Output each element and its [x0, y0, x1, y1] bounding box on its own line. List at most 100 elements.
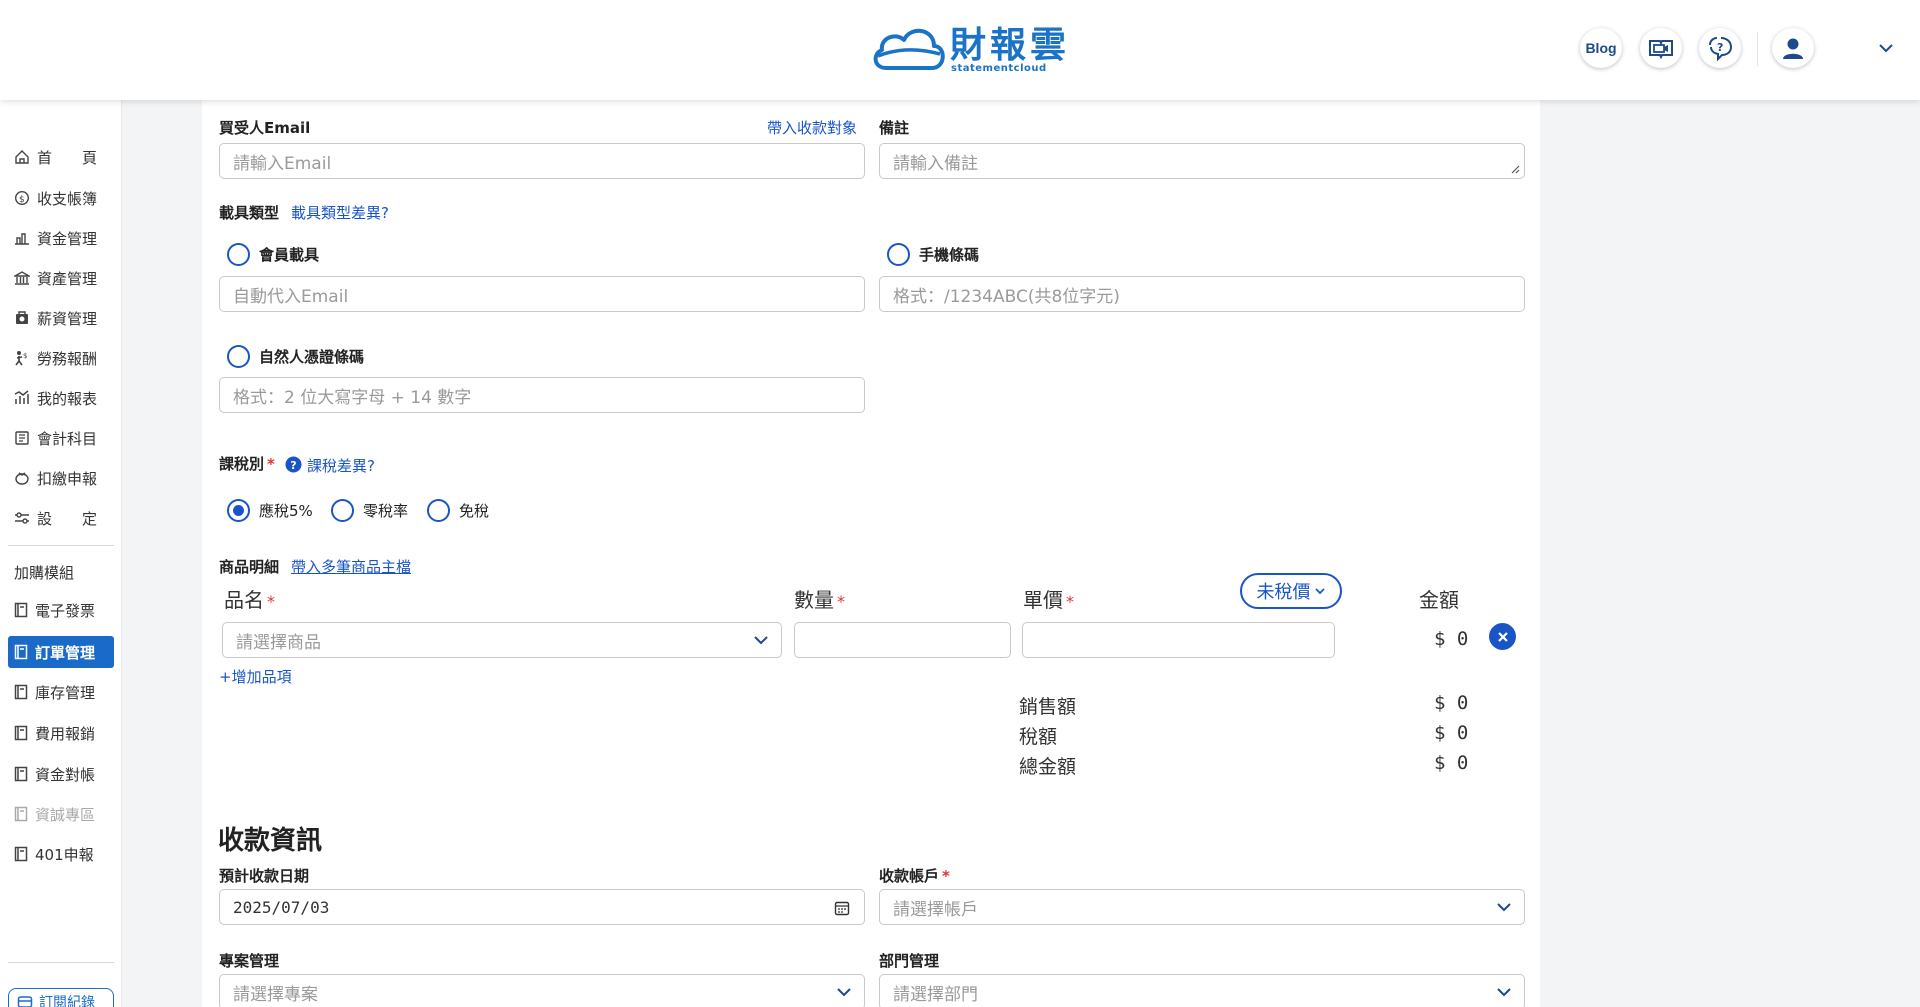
account-select[interactable]: 請選擇帳戶 — [879, 889, 1525, 925]
blog-button[interactable]: Blog — [1580, 28, 1622, 68]
tax-option-label: 應稅5% — [259, 502, 313, 520]
user-avatar-icon — [1783, 38, 1803, 59]
sidebar-item-funds[interactable]: 資金管理 — [8, 222, 114, 254]
carrier-member-radio[interactable]: 會員載具 — [227, 243, 319, 266]
remove-item-button[interactable] — [1489, 623, 1516, 650]
carrier-citizen-placeholder: 格式：2 位大寫字母 + 14 數字 — [233, 387, 472, 408]
video-book-icon — [1649, 40, 1673, 59]
tax-type-label: 課稅別 * — [219, 453, 275, 474]
product-select[interactable]: 請選擇商品 — [222, 622, 782, 658]
carrier-member-input[interactable]: 自動代入Email — [219, 276, 865, 312]
tutorial-video-button[interactable] — [1640, 28, 1682, 68]
summary-sales-value: $ 0 — [1434, 692, 1469, 714]
sidebar-item-label: 設 定 — [37, 509, 98, 528]
project-select[interactable]: 請選擇專案 — [219, 974, 865, 1007]
sidebar-item-label: 訂單管理 — [35, 643, 96, 662]
row-amount: $ 0 — [1434, 628, 1469, 650]
sidebar-item-label: 我的報表 — [37, 389, 98, 408]
module-book-icon — [14, 846, 28, 862]
sidebar-item-orders[interactable]: 訂單管理 — [8, 636, 114, 668]
sidebar-item-withholding[interactable]: 扣繳申報 — [8, 462, 114, 494]
add-item-link[interactable]: +增加品項 — [219, 666, 292, 687]
carrier-mobile-radio[interactable]: 手機條碼 — [887, 243, 979, 266]
sidebar-item-salary[interactable]: 薪資管理 — [8, 302, 114, 334]
summary-tax-value: $ 0 — [1434, 722, 1469, 744]
unit-price-input[interactable] — [1022, 622, 1335, 658]
carrier-member-placeholder: 自動代入Email — [233, 286, 349, 307]
department-select[interactable]: 請選擇部門 — [879, 974, 1525, 1007]
expected-date-label: 預計收款日期 — [219, 867, 310, 885]
sidebar-item-home[interactable]: 首 頁 — [8, 141, 114, 173]
sidebar-item-label: 資產管理 — [37, 269, 98, 288]
items-label: 商品明細 — [219, 558, 280, 576]
resize-grip-icon[interactable] — [1510, 164, 1520, 174]
expected-date-value: 2025/07/03 — [233, 897, 330, 917]
expected-date-input[interactable]: 2025/07/03 — [219, 889, 865, 925]
svg-text:$: $ — [19, 195, 25, 205]
help-button[interactable]: ? — [1699, 28, 1741, 68]
sidebar-item-label: 薪資管理 — [37, 309, 98, 328]
sidebar-item-pwc-zone[interactable]: 資誠專區 — [8, 798, 114, 830]
sidebar-item-label: 勞務報酬 — [37, 349, 98, 368]
sidebar-item-reports[interactable]: 我的報表 — [8, 382, 114, 414]
account-label: 收款帳戶 * — [879, 867, 950, 885]
sidebar-item-labor[interactable]: $ 勞務報酬 — [8, 342, 114, 374]
price-mode-label: 未稅價 — [1256, 582, 1311, 603]
tax-option-label: 免稅 — [459, 502, 490, 520]
carrier-citizen-radio[interactable]: 自然人憑證條碼 — [227, 345, 364, 368]
price-mode-toggle[interactable]: 未稅價 — [1240, 573, 1342, 609]
department-placeholder: 請選擇部門 — [893, 984, 978, 1005]
carrier-mobile-input[interactable]: 格式：/1234ABC(共8位字元) — [879, 276, 1525, 312]
money-circle-icon: $ — [14, 190, 30, 206]
sidebar-item-inventory[interactable]: 庫存管理 — [8, 676, 114, 708]
tax-option-exempt[interactable]: 免稅 — [427, 499, 489, 522]
module-book-icon — [14, 602, 28, 618]
tax-option-taxable[interactable]: 應稅5% — [227, 499, 313, 522]
bring-payee-link[interactable]: 帶入收款對象 — [767, 117, 857, 138]
app-logo[interactable]: 財報雲 statementcloud — [868, 22, 1070, 78]
buyer-email-input[interactable]: 請輸入Email — [219, 143, 865, 179]
user-menu-toggle[interactable] — [1878, 40, 1894, 58]
labor-icon: $ — [15, 351, 27, 366]
help-circle-icon[interactable]: ? — [285, 456, 302, 473]
account-placeholder: 請選擇帳戶 — [893, 899, 978, 920]
sidebar-item-label: 首 頁 — [37, 148, 98, 167]
tax-option-label: 零稅率 — [363, 502, 409, 520]
sidebar-item-ledger[interactable]: $ 收支帳簿 — [8, 182, 114, 214]
top-header: 財報雲 statementcloud Blog ? — [0, 0, 1920, 100]
note-textarea[interactable]: 請輸入備註 — [879, 143, 1525, 179]
sidebar-item-accounts[interactable]: 會計科目 — [8, 422, 114, 454]
chevron-down-icon — [754, 636, 768, 645]
sidebar: 首 頁 $ 收支帳簿 資金管理 資產管理 薪資管理 $ 勞務報酬 我的報表 會計… — [0, 100, 122, 1007]
sidebar-item-label: 資金管理 — [37, 229, 98, 248]
sidebar-item-assets[interactable]: 資產管理 — [8, 262, 114, 294]
col-header-qty: 數量 * — [794, 588, 845, 612]
logo-subtitle: statementcloud — [951, 62, 1047, 74]
tax-option-zero-rate[interactable]: 零稅率 — [331, 499, 408, 522]
sidebar-divider — [8, 545, 114, 546]
summary-tax-label: 稅額 — [1019, 726, 1058, 748]
sidebar-item-reconciliation[interactable]: 資金對帳 — [8, 758, 114, 790]
subscription-history-button[interactable]: 訂閱紀錄 — [8, 988, 114, 1007]
tax-diff-link[interactable]: 課稅差異? — [307, 455, 375, 476]
sidebar-item-expenses[interactable]: 費用報銷 — [8, 717, 114, 749]
sidebar-item-settings[interactable]: 設 定 — [8, 502, 114, 534]
payment-section-title: 收款資訊 — [218, 826, 323, 856]
carrier-diff-link[interactable]: 載具類型差異? — [291, 202, 389, 223]
chevron-down-icon — [1497, 903, 1511, 912]
items-import-link[interactable]: 帶入多筆商品主檔 — [291, 556, 411, 577]
carrier-mobile-label: 手機條碼 — [919, 246, 980, 264]
sidebar-item-401-filing[interactable]: 401申報 — [8, 838, 114, 870]
user-avatar[interactable] — [1772, 28, 1814, 68]
sidebar-item-einvoice[interactable]: 電子發票 — [8, 594, 114, 626]
calendar-icon[interactable] — [834, 900, 850, 916]
quantity-input[interactable] — [794, 622, 1011, 658]
module-book-icon — [14, 725, 28, 741]
carrier-citizen-input[interactable]: 格式：2 位大寫字母 + 14 數字 — [219, 377, 865, 413]
addon-group-label: 加購模組 — [14, 564, 75, 582]
note-placeholder: 請輸入備註 — [893, 153, 978, 174]
report-chart-icon — [14, 390, 29, 404]
note-label: 備註 — [879, 119, 910, 137]
order-form-panel: 買受人Email 帶入收款對象 請輸入Email 備註 請輸入備註 載具類型 載… — [202, 100, 1540, 1007]
buyer-email-placeholder: 請輸入Email — [233, 153, 332, 174]
